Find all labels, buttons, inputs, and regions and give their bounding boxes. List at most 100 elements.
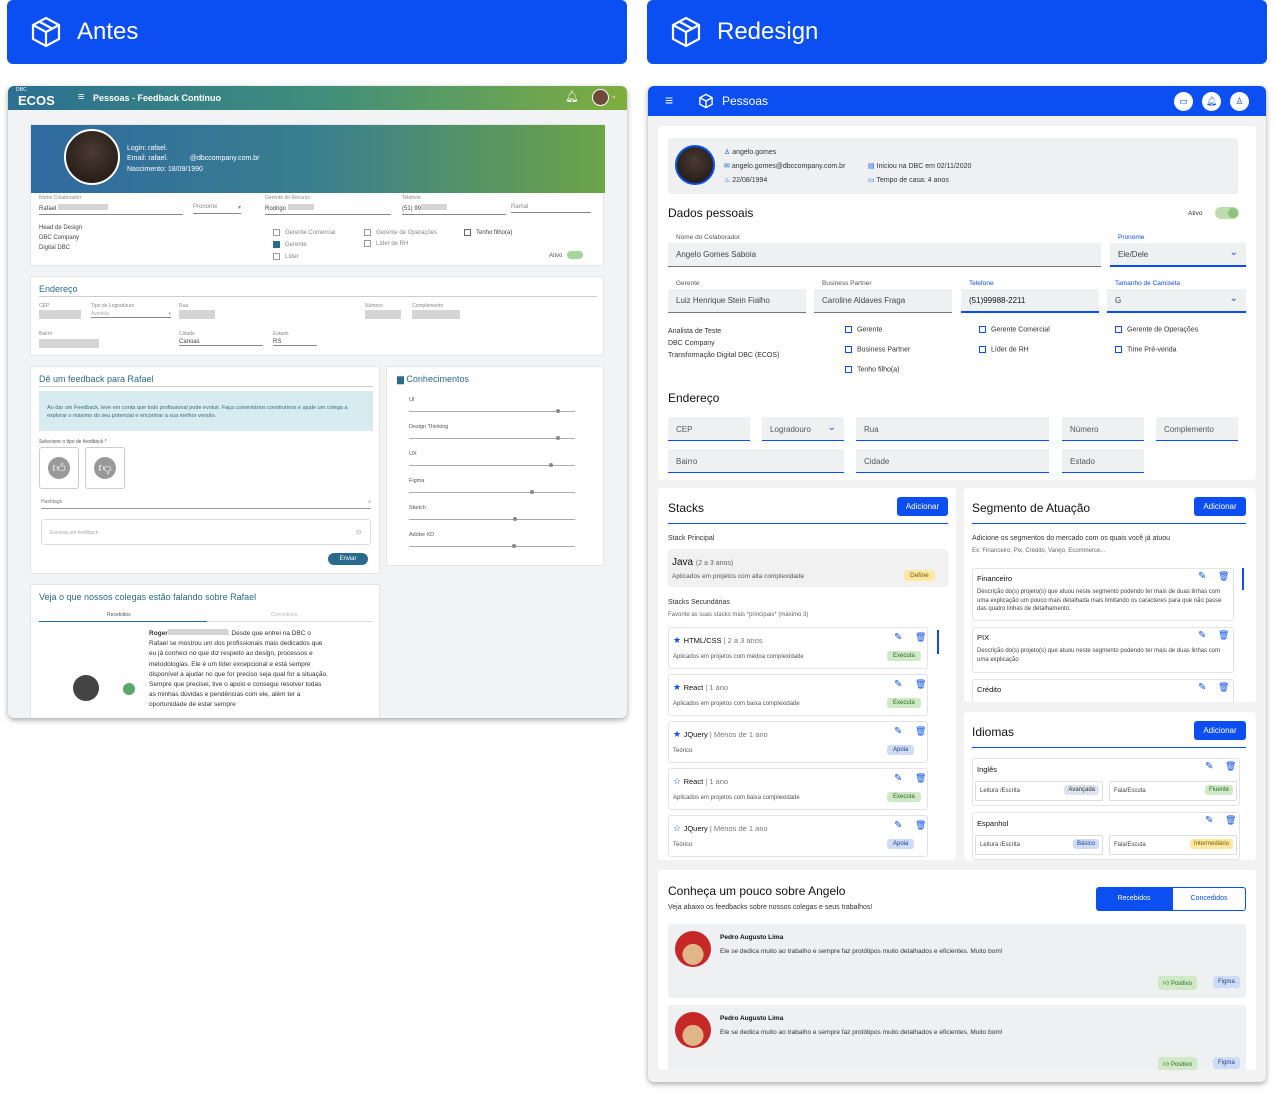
edit-icon[interactable]: ✎ — [1198, 630, 1206, 641]
tab-recebidos[interactable]: Recebidos — [107, 612, 131, 618]
skill-slider-track[interactable] — [409, 546, 575, 547]
trash-icon[interactable]: 🗑︎ — [915, 726, 926, 737]
skill-slider-knob[interactable] — [512, 544, 516, 548]
old-ramal-field[interactable]: Ramal — [511, 204, 591, 213]
skill-slider-track[interactable] — [409, 492, 575, 493]
checkbox-filho[interactable]: Tenho filho(a) — [464, 229, 512, 236]
edit-icon[interactable]: ✎ — [894, 820, 902, 831]
checkbox-lider[interactable]: Líder — [273, 253, 299, 260]
language-item[interactable]: Inglês ✎ 🗑︎ Leitura /Escrita Avançada Fala/Es… — [972, 758, 1240, 806]
skill-slider-knob[interactable] — [530, 490, 534, 494]
phone-field[interactable]: (51)99988-2211 — [961, 289, 1099, 313]
checkbox-gerente-comercial[interactable]: Gerente Comercial — [979, 326, 1050, 333]
logradouro-select[interactable]: Logradouro ⌄ — [762, 417, 844, 441]
user-icon[interactable]: ♙ — [1230, 92, 1249, 111]
segment-item[interactable]: Financeiro Descrição do(s) projeto(s) que… — [972, 568, 1234, 621]
scrollbar[interactable] — [1242, 568, 1244, 590]
manager-field[interactable]: Luiz Henrique Stein Fialho — [668, 289, 806, 313]
language-item[interactable]: Espanhol ✎ 🗑︎ Leitura /Escrita Básico Fala/Es… — [972, 812, 1240, 860]
edit-icon[interactable]: ✎ — [1205, 815, 1213, 826]
old-numero-field[interactable] — [365, 310, 401, 319]
old-rua-field[interactable] — [179, 310, 215, 319]
ativo-toggle[interactable] — [567, 251, 583, 259]
edit-icon[interactable]: ✎ — [894, 679, 902, 690]
name-field[interactable]: Angelo Gomes Saboia — [668, 243, 1101, 267]
complemento-field[interactable]: Complemento — [1156, 417, 1238, 441]
old-compl-field[interactable] — [412, 310, 460, 319]
old-bairro-field[interactable] — [39, 339, 99, 348]
tab-concedidos[interactable]: Concedidos — [271, 612, 297, 618]
edit-icon[interactable]: ✎ — [1198, 571, 1206, 582]
skill-slider-knob[interactable] — [513, 517, 517, 521]
checkbox-time-pre-venda[interactable]: Time Pré-venda — [1115, 346, 1177, 353]
star-icon[interactable]: ★ — [673, 635, 684, 645]
segment-item[interactable]: PIX Descrição do(s) projeto(s) que atuou … — [972, 627, 1234, 673]
old-cidade-field[interactable]: Canoas — [179, 339, 263, 346]
old-estado-field[interactable]: RS — [273, 339, 317, 346]
old-phone-field[interactable]: (51) 99 — [402, 204, 506, 215]
bairro-field[interactable]: Bairro — [668, 449, 844, 473]
edit-icon[interactable]: ✎ — [894, 726, 902, 737]
skill-slider-track[interactable] — [409, 438, 575, 439]
skill-slider-track[interactable] — [409, 519, 575, 520]
add-language-button[interactable]: Adicionar — [1194, 721, 1246, 740]
chat-icon[interactable]: ▭ — [1174, 92, 1193, 111]
business-partner-field[interactable]: Caroline Aldaves Fraga — [814, 289, 952, 313]
bell-icon[interactable]: 🔔︎ — [1202, 92, 1221, 111]
skill-slider-knob[interactable] — [556, 436, 560, 440]
pronoun-select[interactable]: Ele/Dele ⌄ — [1110, 243, 1246, 267]
skill-slider-knob[interactable] — [549, 463, 553, 467]
add-segment-button[interactable]: Adicionar — [1194, 497, 1246, 516]
old-feedback-textarea[interactable]: Escreva um feedback 💬︎ — [41, 519, 371, 545]
thumbs-down-button[interactable]: 👎︎ — [85, 447, 125, 489]
trash-icon[interactable]: 🗑︎ — [915, 632, 926, 643]
trash-icon[interactable]: 🗑︎ — [915, 773, 926, 784]
menu-icon[interactable]: ≡ — [665, 92, 673, 108]
tab-recebidos[interactable]: Recebidos — [1096, 887, 1172, 911]
chevron-down-icon[interactable]: ⌄ — [611, 92, 617, 100]
cidade-field[interactable]: Cidade — [856, 449, 1049, 473]
trash-icon[interactable]: 🗑︎ — [1218, 630, 1229, 641]
checkbox-business-partner[interactable]: Business Partner — [845, 346, 910, 353]
stack-item[interactable]: ☆ React | 1 ano Aplicados em projetos com… — [668, 768, 928, 810]
trash-icon[interactable]: 🗑︎ — [1218, 682, 1229, 693]
star-icon[interactable]: ★ — [673, 729, 684, 739]
checkbox-gerente-operacoes[interactable]: Gerente de Operações — [364, 229, 437, 236]
checkbox-lider-rh[interactable]: Líder de RH — [979, 346, 1029, 353]
estado-field[interactable]: Estado — [1062, 449, 1144, 473]
trash-icon[interactable]: 🗑︎ — [1225, 815, 1236, 826]
checkbox-gerente[interactable]: Gerente — [273, 241, 307, 248]
star-icon[interactable]: ☆ — [673, 823, 684, 833]
cep-field[interactable]: CEP — [668, 417, 750, 441]
checkbox-filho[interactable]: Tenho filho(a) — [845, 366, 899, 373]
skill-slider-track[interactable] — [409, 411, 575, 412]
menu-icon[interactable]: ≡ — [78, 91, 84, 103]
tab-concedidos[interactable]: Concedidos — [1172, 887, 1246, 911]
old-hashtags-input[interactable]: Hashtags ⌕ — [41, 499, 371, 509]
old-pronoun-select[interactable]: Pronome ▾ — [193, 204, 241, 214]
numero-field[interactable]: Número — [1062, 417, 1144, 441]
skill-slider-knob[interactable] — [556, 409, 560, 413]
star-icon[interactable]: ★ — [673, 682, 684, 692]
trash-icon[interactable]: 🗑︎ — [1218, 571, 1229, 582]
edit-icon[interactable]: ✎ — [894, 632, 902, 643]
old-manager-field[interactable]: Rodrigo — [265, 204, 391, 215]
trash-icon[interactable]: 🗑︎ — [1225, 761, 1236, 772]
checkbox-lider-rh[interactable]: Líder de RH — [364, 240, 408, 247]
bell-icon[interactable]: 🔔︎ — [565, 90, 579, 103]
stack-item[interactable]: ☆ JQuery | Menos de 1 ano Teórico ✎ 🗑︎ Apoia — [668, 815, 928, 857]
edit-icon[interactable]: ✎ — [1205, 761, 1213, 772]
star-icon[interactable]: ☆ — [673, 776, 684, 786]
avatar[interactable] — [592, 89, 609, 106]
thumbs-up-button[interactable]: 👍︎ — [39, 447, 79, 489]
segment-item[interactable]: Crédito ✎ 🗑︎ — [972, 679, 1234, 702]
checkbox-gerente-operacoes[interactable]: Gerente de Operações — [1115, 326, 1198, 333]
trash-icon[interactable]: 🗑︎ — [915, 679, 926, 690]
stack-item[interactable]: ★ JQuery | Menos de 1 ano Teórico ✎ 🗑︎ Apoia — [668, 721, 928, 763]
rua-field[interactable]: Rua — [856, 417, 1049, 441]
ativo-toggle[interactable] — [1215, 207, 1239, 219]
edit-icon[interactable]: ✎ — [894, 773, 902, 784]
add-stack-button[interactable]: Adicionar — [897, 497, 948, 516]
stack-item[interactable]: ★ HTML/CSS | 2 a 3 anos Aplicados em proj… — [668, 627, 928, 669]
checkbox-gerente[interactable]: Gerente — [845, 326, 882, 333]
